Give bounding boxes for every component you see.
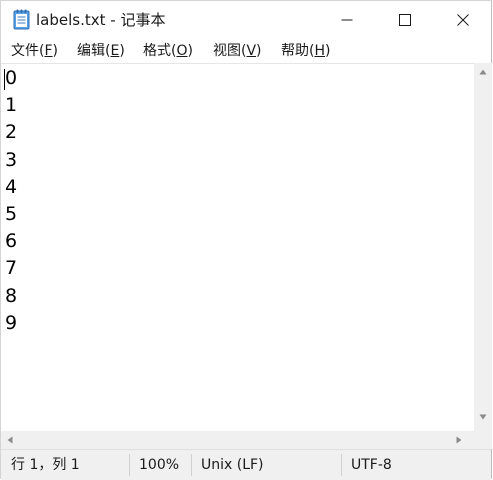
vertical-scrollbar[interactable] [474,63,492,431]
notepad-window: labels.txt - 记事本 文件(F) 编辑(E) 格式(O) 视图(V)… [0,0,492,480]
text-line: 9 [5,311,18,334]
window-title: labels.txt - 记事本 [36,11,166,29]
editor-lines: 0 1 2 3 4 5 6 7 8 9 [5,65,17,337]
maximize-button[interactable] [376,1,434,39]
menu-bar: 文件(F) 编辑(E) 格式(O) 视图(V) 帮助(H) [1,39,491,63]
close-button[interactable] [434,1,492,39]
horizontal-scrollbar[interactable] [1,431,474,449]
scroll-down-arrow-icon[interactable] [479,414,487,420]
text-line: 7 [5,257,18,280]
minimize-icon [341,19,353,21]
scrollbar-corner [474,431,492,449]
menu-help[interactable]: 帮助(H) [281,41,330,61]
minimize-button[interactable] [318,1,376,39]
text-line: 6 [5,230,18,253]
title-bar[interactable]: labels.txt - 记事本 [1,1,491,39]
menu-view[interactable]: 视图(V) [213,41,262,61]
text-line: 1 [5,94,18,117]
maximize-icon [399,14,411,26]
status-cursor-position: 行 1，列 1 [11,457,80,473]
notepad-icon [13,9,30,30]
status-bar: 行 1，列 1 100% Unix (LF) UTF-8 [1,449,491,480]
close-icon [457,14,469,26]
status-encoding: UTF-8 [351,457,392,473]
text-editor[interactable]: 0 1 2 3 4 5 6 7 8 9 [1,63,474,432]
menu-edit[interactable]: 编辑(E) [77,41,125,61]
text-line: 8 [5,284,18,307]
status-zoom: 100% [139,457,180,473]
text-line: 3 [5,148,18,171]
scroll-right-arrow-icon[interactable] [456,436,462,444]
menu-format[interactable]: 格式(O) [143,41,193,61]
status-line-ending: Unix (LF) [201,457,264,473]
text-line: 2 [5,121,18,144]
scroll-left-arrow-icon[interactable] [7,436,13,444]
text-line: 4 [5,175,18,198]
text-line: 5 [5,202,18,225]
text-line: 0 [5,67,18,89]
scroll-up-arrow-icon[interactable] [479,69,487,75]
menu-file[interactable]: 文件(F) [11,41,58,61]
